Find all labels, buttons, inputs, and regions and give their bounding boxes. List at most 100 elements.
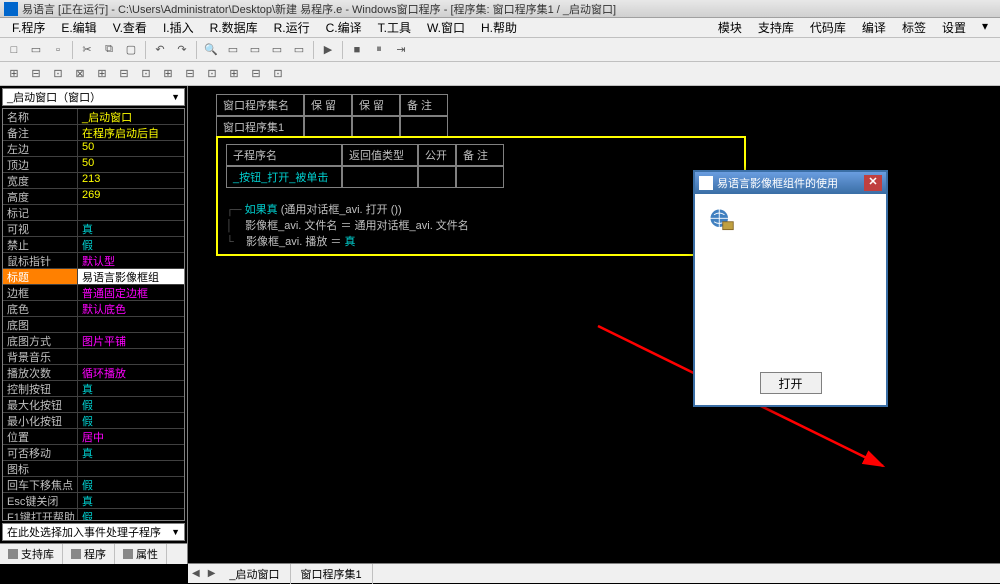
menu-tools[interactable]: T.工具 bbox=[370, 17, 419, 38]
tb-find-icon[interactable]: 🔍 bbox=[201, 40, 221, 60]
property-value[interactable]: 假 bbox=[78, 237, 184, 252]
property-row[interactable]: 背景音乐 bbox=[3, 349, 184, 365]
menu-run[interactable]: R.运行 bbox=[266, 17, 318, 38]
tb-redo-icon[interactable]: ↷ bbox=[172, 40, 192, 60]
property-value[interactable]: 在程序启动后自 bbox=[78, 125, 184, 140]
property-row[interactable]: 底色默认底色 bbox=[3, 301, 184, 317]
tab-properties[interactable]: 属性 bbox=[115, 544, 167, 564]
property-row[interactable]: 底图方式图片平铺 bbox=[3, 333, 184, 349]
al-8-icon[interactable]: ⊞ bbox=[158, 64, 178, 84]
tb-cut-icon[interactable]: ✂ bbox=[77, 40, 97, 60]
menu-supportlib[interactable]: 支持库 bbox=[750, 17, 802, 38]
property-row[interactable]: 控制按钮真 bbox=[3, 381, 184, 397]
object-selector[interactable]: _启动窗口（窗口） ▼ bbox=[2, 88, 185, 106]
property-value[interactable]: 默认底色 bbox=[78, 301, 184, 316]
menu-view[interactable]: V.查看 bbox=[105, 17, 155, 38]
tb-pause-icon[interactable]: ⏸ bbox=[369, 40, 389, 60]
tab-prev-icon[interactable]: ◀ bbox=[188, 568, 204, 579]
property-row[interactable]: Esc键关闭真 bbox=[3, 493, 184, 509]
al-6-icon[interactable]: ⊟ bbox=[114, 64, 134, 84]
tb-b2-icon[interactable]: ▭ bbox=[245, 40, 265, 60]
al-13-icon[interactable]: ⊡ bbox=[268, 64, 288, 84]
al-3-icon[interactable]: ⊡ bbox=[48, 64, 68, 84]
property-row[interactable]: 回车下移焦点假 bbox=[3, 477, 184, 493]
property-value[interactable]: 真 bbox=[78, 221, 184, 236]
property-row[interactable]: 最小化按钮假 bbox=[3, 413, 184, 429]
property-value[interactable]: 假 bbox=[78, 509, 184, 521]
property-value[interactable]: 真 bbox=[78, 493, 184, 508]
al-7-icon[interactable]: ⊡ bbox=[136, 64, 156, 84]
tb-copy-icon[interactable]: ⧉ bbox=[99, 40, 119, 60]
property-row[interactable]: 名称_启动窗口 bbox=[3, 109, 184, 125]
property-value[interactable] bbox=[78, 317, 184, 332]
property-row[interactable]: 鼠标指针默认型 bbox=[3, 253, 184, 269]
al-12-icon[interactable]: ⊟ bbox=[246, 64, 266, 84]
menu-help[interactable]: H.帮助 bbox=[473, 17, 525, 38]
property-value[interactable]: 假 bbox=[78, 477, 184, 492]
menu-tags[interactable]: 标签 bbox=[894, 17, 934, 38]
al-4-icon[interactable]: ⊠ bbox=[70, 64, 90, 84]
property-value[interactable]: 真 bbox=[78, 445, 184, 460]
menu-module[interactable]: 模块 bbox=[710, 17, 750, 38]
tb-b3-icon[interactable]: ▭ bbox=[267, 40, 287, 60]
event-selector[interactable]: 在此处选择加入事件处理子程序 ▼ bbox=[2, 523, 185, 541]
property-row[interactable]: 边框普通固定边框 bbox=[3, 285, 184, 301]
al-2-icon[interactable]: ⊟ bbox=[26, 64, 46, 84]
tb-b4-icon[interactable]: ▭ bbox=[289, 40, 309, 60]
property-value[interactable]: 居中 bbox=[78, 429, 184, 444]
property-grid[interactable]: 名称_启动窗口备注在程序启动后自左边50顶边50宽度213高度269标记可视真禁… bbox=[2, 108, 185, 521]
property-row[interactable]: 底图 bbox=[3, 317, 184, 333]
tb-open-icon[interactable]: ▭ bbox=[26, 40, 46, 60]
menu-compile[interactable]: C.编译 bbox=[318, 17, 370, 38]
close-button[interactable]: ✕ bbox=[864, 175, 882, 191]
menu-settings[interactable]: 设置 bbox=[934, 17, 974, 38]
property-value[interactable] bbox=[78, 349, 184, 364]
preview-titlebar[interactable]: 易语言影像框组件的使用 ✕ bbox=[695, 172, 886, 194]
property-row[interactable]: 播放次数循环播放 bbox=[3, 365, 184, 381]
tb-save-icon[interactable]: ▫ bbox=[48, 40, 68, 60]
tb-run-icon[interactable]: ▶ bbox=[318, 40, 338, 60]
property-value[interactable]: 假 bbox=[78, 413, 184, 428]
tb-stop-icon[interactable]: ■ bbox=[347, 40, 367, 60]
menu-compile2[interactable]: 编译 bbox=[854, 17, 894, 38]
open-button[interactable]: 打开 bbox=[760, 372, 822, 394]
al-5-icon[interactable]: ⊞ bbox=[92, 64, 112, 84]
property-value[interactable]: 默认型 bbox=[78, 253, 184, 268]
property-row[interactable]: 最大化按钮假 bbox=[3, 397, 184, 413]
tb-step-icon[interactable]: ⇥ bbox=[391, 40, 411, 60]
property-row[interactable]: 位置居中 bbox=[3, 429, 184, 445]
property-value[interactable]: 50 bbox=[78, 141, 184, 156]
property-row[interactable]: 左边50 bbox=[3, 141, 184, 157]
menu-window[interactable]: W.窗口 bbox=[419, 17, 473, 38]
menu-edit[interactable]: E.编辑 bbox=[53, 17, 104, 38]
preview-window[interactable]: 易语言影像框组件的使用 ✕ 打开 bbox=[693, 170, 888, 407]
tb-b1-icon[interactable]: ▭ bbox=[223, 40, 243, 60]
tb-undo-icon[interactable]: ↶ bbox=[150, 40, 170, 60]
property-value[interactable] bbox=[78, 461, 184, 476]
menu-insert[interactable]: I.插入 bbox=[155, 17, 202, 38]
property-row[interactable]: 可视真 bbox=[3, 221, 184, 237]
property-value[interactable]: 循环播放 bbox=[78, 365, 184, 380]
tb-paste-icon[interactable]: ▢ bbox=[121, 40, 141, 60]
tab-startup-window[interactable]: _启动窗口 bbox=[219, 564, 290, 584]
property-row[interactable]: 图标 bbox=[3, 461, 184, 477]
property-value[interactable]: 213 bbox=[78, 173, 184, 188]
property-row[interactable]: 标题易语言影像框组 bbox=[3, 269, 184, 285]
property-row[interactable]: 禁止假 bbox=[3, 237, 184, 253]
property-row[interactable]: 备注在程序启动后自 bbox=[3, 125, 184, 141]
al-9-icon[interactable]: ⊟ bbox=[180, 64, 200, 84]
property-value[interactable]: 普通固定边框 bbox=[78, 285, 184, 300]
tb-new-icon[interactable]: □ bbox=[4, 40, 24, 60]
al-10-icon[interactable]: ⊡ bbox=[202, 64, 222, 84]
al-11-icon[interactable]: ⊞ bbox=[224, 64, 244, 84]
tab-procset1[interactable]: 窗口程序集1 bbox=[291, 564, 373, 584]
tab-next-icon[interactable]: ▶ bbox=[204, 568, 220, 579]
property-row[interactable]: 高度269 bbox=[3, 189, 184, 205]
property-value[interactable]: 真 bbox=[78, 381, 184, 396]
property-row[interactable]: 顶边50 bbox=[3, 157, 184, 173]
al-1-icon[interactable]: ⊞ bbox=[4, 64, 24, 84]
tab-supportlib[interactable]: 支持库 bbox=[0, 544, 63, 564]
menu-database[interactable]: R.数据库 bbox=[202, 17, 266, 38]
property-row[interactable]: 可否移动真 bbox=[3, 445, 184, 461]
property-row[interactable]: 宽度213 bbox=[3, 173, 184, 189]
